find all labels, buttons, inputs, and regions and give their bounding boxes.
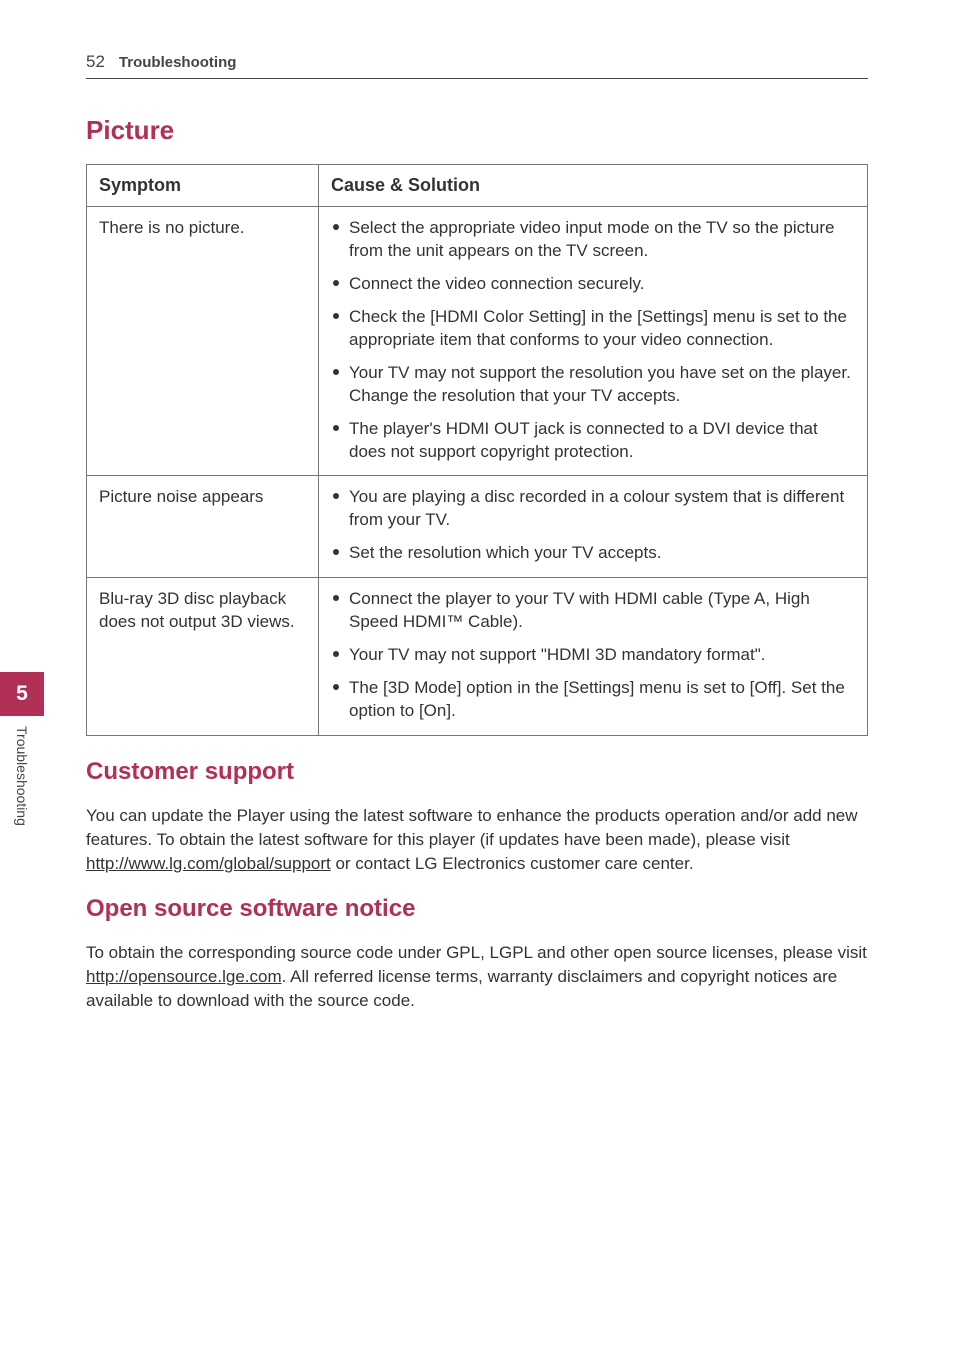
side-tab: 5 Troubleshooting [0,672,44,826]
solution-list: Select the appropriate video input mode … [331,217,855,463]
header-title: Troubleshooting [119,54,237,71]
list-item: Connect the player to your TV with HDMI … [331,588,855,634]
section-heading-picture: Picture [86,115,868,146]
section-heading-customer-support: Customer support [86,758,868,786]
list-item: The [3D Mode] option in the [Settings] m… [331,677,855,723]
list-item: Select the appropriate video input mode … [331,217,855,263]
table-row: Picture noise appears You are playing a … [87,476,868,578]
page-number: 52 [86,52,105,72]
solution-list: You are playing a disc recorded in a col… [331,486,855,565]
para-text: You can update the Player using the late… [86,806,858,849]
customer-support-paragraph: You can update the Player using the late… [86,804,868,875]
troubleshooting-table: Symptom Cause & Solution There is no pic… [86,164,868,736]
symptom-cell: There is no picture. [87,207,319,476]
list-item: The player's HDMI OUT jack is connected … [331,418,855,464]
header-rule [86,78,868,79]
col-header-symptom: Symptom [87,165,319,207]
section-heading-open-source: Open source software notice [86,895,868,923]
para-text: To obtain the corresponding source code … [86,943,867,962]
opensource-link[interactable]: http://opensource.lge.com [86,967,282,986]
col-header-cause: Cause & Solution [319,165,868,207]
document-page: 5 Troubleshooting 52 Troubleshooting Pic… [0,0,954,1354]
solution-cell: You are playing a disc recorded in a col… [319,476,868,578]
table-header-row: Symptom Cause & Solution [87,165,868,207]
symptom-cell: Picture noise appears [87,476,319,578]
solution-cell: Select the appropriate video input mode … [319,207,868,476]
list-item: You are playing a disc recorded in a col… [331,486,855,532]
table-row: Blu-ray 3D disc playback does not output… [87,578,868,736]
table-row: There is no picture. Select the appropri… [87,207,868,476]
list-item: Set the resolution which your TV accepts… [331,542,855,565]
solution-cell: Connect the player to your TV with HDMI … [319,578,868,736]
page-header: 52 Troubleshooting [86,52,868,72]
para-text: or contact LG Electronics customer care … [331,854,694,873]
list-item: Your TV may not support the resolution y… [331,362,855,408]
side-tab-label: Troubleshooting [14,726,30,826]
open-source-paragraph: To obtain the corresponding source code … [86,941,868,1012]
list-item: Check the [HDMI Color Setting] in the [S… [331,306,855,352]
list-item: Your TV may not support "HDMI 3D mandato… [331,644,855,667]
list-item: Connect the video connection securely. [331,273,855,296]
symptom-cell: Blu-ray 3D disc playback does not output… [87,578,319,736]
support-link[interactable]: http://www.lg.com/global/support [86,854,331,873]
side-tab-number: 5 [0,672,44,716]
solution-list: Connect the player to your TV with HDMI … [331,588,855,723]
